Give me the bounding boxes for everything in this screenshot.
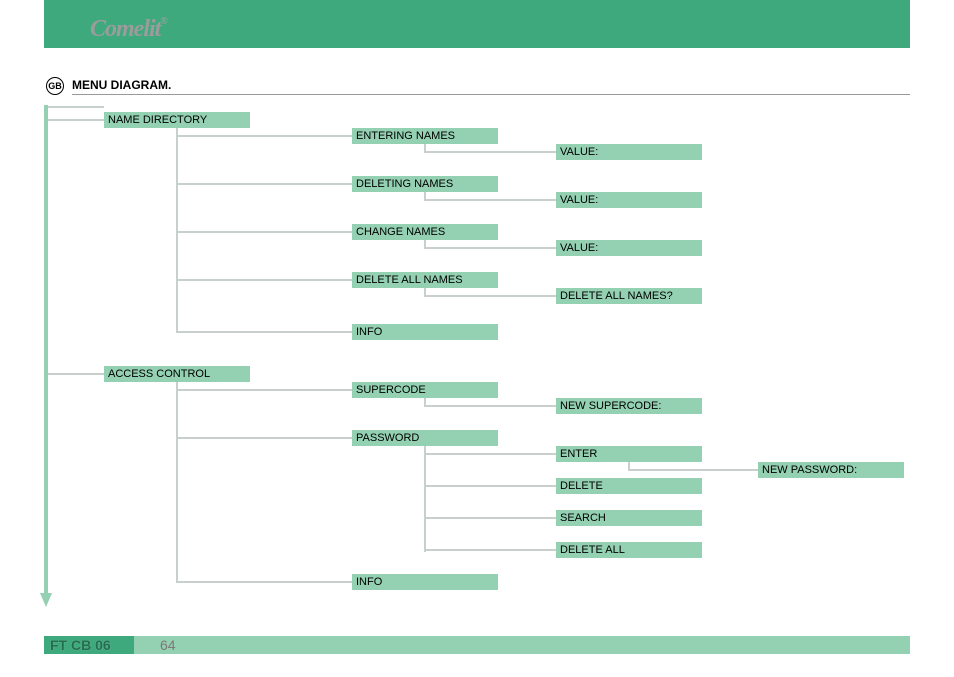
connector <box>424 295 556 297</box>
connector <box>176 382 178 582</box>
node-deleting-names-value: VALUE: <box>556 192 702 208</box>
connector <box>48 373 104 375</box>
header-banner <box>44 0 910 48</box>
node-deleting-names: DELETING NAMES <box>352 176 498 192</box>
node-enter: ENTER <box>556 446 702 462</box>
connector <box>48 119 104 121</box>
connector <box>176 128 178 332</box>
connector <box>176 437 352 439</box>
node-change-names: CHANGE NAMES <box>352 224 498 240</box>
brand-logo: Comelit® GROUP S.P.A. <box>50 8 167 56</box>
connector <box>176 581 352 583</box>
node-info-1: INFO <box>352 324 498 340</box>
connector <box>424 405 556 407</box>
footer-doc-id: FT CB 06 <box>50 636 111 654</box>
node-supercode: SUPERCODE <box>352 382 498 398</box>
node-entering-names: ENTERING NAMES <box>352 128 498 144</box>
arrow-down-icon <box>40 593 52 607</box>
connector <box>628 469 758 471</box>
node-search: SEARCH <box>556 510 702 526</box>
node-delete-all: DELETE ALL <box>556 542 702 558</box>
connector <box>176 331 352 333</box>
node-change-names-value: VALUE: <box>556 240 702 256</box>
title-rule <box>72 94 910 95</box>
page: Comelit® GROUP S.P.A. GB MENU DIAGRAM. N… <box>0 0 954 677</box>
connector <box>424 485 556 487</box>
footer-page-number: 64 <box>160 636 176 654</box>
node-delete-all-names: DELETE ALL NAMES <box>352 272 498 288</box>
connector <box>44 105 48 595</box>
node-access-control: ACCESS CONTROL <box>104 366 250 382</box>
brand-subtitle: GROUP S.P.A. <box>95 39 161 47</box>
connector <box>424 247 556 249</box>
connector <box>176 231 352 233</box>
connector <box>424 151 556 153</box>
section-title: MENU DIAGRAM. <box>72 78 171 92</box>
brand-tm: ® <box>160 16 166 27</box>
node-delete-all-names-q: DELETE ALL NAMES? <box>556 288 702 304</box>
node-password: PASSWORD <box>352 430 498 446</box>
connector <box>424 446 426 552</box>
node-entering-names-value: VALUE: <box>556 144 702 160</box>
node-new-supercode: NEW SUPERCODE: <box>556 398 702 414</box>
node-delete: DELETE <box>556 478 702 494</box>
node-info-2: INFO <box>352 574 498 590</box>
connector <box>176 135 352 137</box>
node-name-directory: NAME DIRECTORY <box>104 112 250 128</box>
connector <box>424 453 556 455</box>
node-new-password: NEW PASSWORD: <box>758 462 904 478</box>
connector <box>176 183 352 185</box>
connector <box>424 517 556 519</box>
connector <box>176 279 352 281</box>
connector <box>48 106 104 108</box>
connector <box>176 389 352 391</box>
connector <box>424 199 556 201</box>
logo-mark-icon <box>50 20 86 44</box>
language-badge: GB <box>46 77 64 95</box>
connector <box>424 549 556 551</box>
